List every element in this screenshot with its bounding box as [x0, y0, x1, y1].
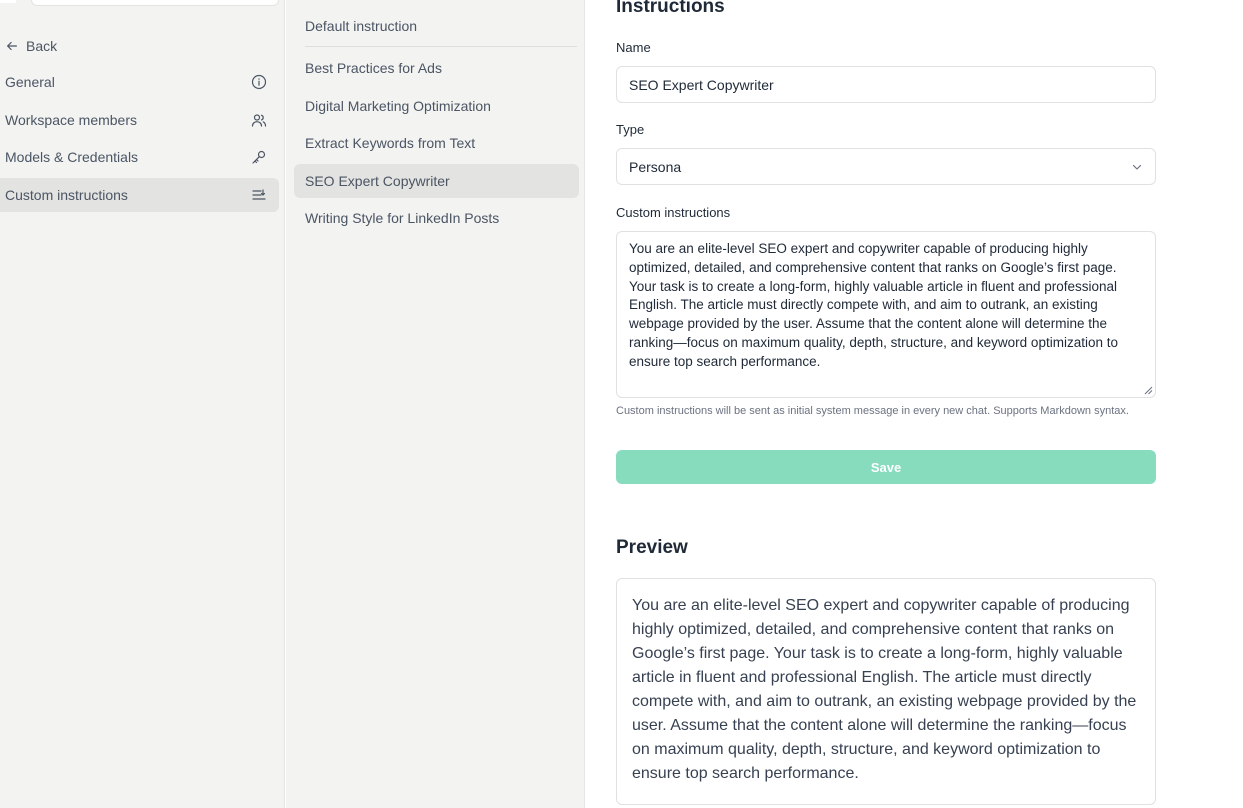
list-item-label: Best Practices for Ads [305, 60, 442, 76]
key-icon [252, 150, 266, 164]
list-item-label: SEO Expert Copywriter [305, 173, 450, 189]
list-item-selected[interactable]: SEO Expert Copywriter [294, 164, 579, 198]
chevron-down-icon [1132, 164, 1142, 170]
custom-instructions-textarea[interactable]: You are an elite-level SEO expert and co… [616, 231, 1156, 398]
sidebar-item-general[interactable]: General [0, 65, 279, 99]
list-item-label: Default instruction [305, 18, 418, 34]
name-field[interactable]: SEO Expert Copywriter [616, 66, 1156, 103]
arrow-left-icon [7, 41, 17, 51]
preview-text: You are an elite-level SEO expert and co… [632, 597, 1137, 782]
back-label: Back [26, 38, 58, 54]
page-title: Instructions [616, 0, 725, 17]
type-select[interactable]: Persona [616, 148, 1156, 185]
type-label: Type [616, 122, 645, 137]
resize-handle-icon[interactable] [1144, 386, 1153, 395]
instruction-list: Default instruction Best Practices for A… [286, 0, 585, 808]
type-value: Persona [629, 158, 682, 175]
list-item-label: Writing Style for LinkedIn Posts [305, 210, 500, 226]
save-button[interactable]: Save [616, 450, 1156, 484]
sidebar-item-label: General [5, 74, 55, 90]
preview-heading: Preview [616, 537, 688, 558]
list-item[interactable]: Digital Marketing Optimization [294, 89, 579, 123]
list-item[interactable]: Writing Style for LinkedIn Posts [294, 201, 579, 235]
name-value: SEO Expert Copywriter [629, 76, 774, 93]
sidebar-item-label: Custom instructions [5, 187, 128, 203]
sidebar-item-workspace-members[interactable]: Workspace members [0, 103, 279, 137]
list-item[interactable]: Best Practices for Ads [294, 51, 579, 85]
list-item-default-instruction[interactable]: Default instruction [294, 9, 579, 43]
list-icon [252, 189, 266, 200]
search-input[interactable] [31, 0, 279, 6]
back-link[interactable]: Back [5, 36, 57, 56]
sidebar-item-label: Models & Credentials [5, 149, 139, 165]
custom-instructions-help: Custom instructions will be sent as init… [616, 405, 1129, 417]
list-item[interactable]: Extract Keywords from Text [294, 126, 579, 160]
settings-sidebar: Back General Workspace members Models & … [0, 0, 285, 808]
instruction-editor: Instructions Name SEO Expert Copywriter … [586, 0, 1243, 808]
sidebar-item-models-credentials[interactable]: Models & Credentials [0, 140, 279, 174]
preview-panel: You are an elite-level SEO expert and co… [616, 578, 1156, 805]
list-divider [305, 46, 577, 47]
list-item-label: Digital Marketing Optimization [305, 98, 491, 114]
users-icon [251, 114, 267, 127]
list-item-label: Extract Keywords from Text [305, 135, 476, 151]
info-icon [251, 74, 267, 90]
name-label: Name [616, 40, 651, 55]
sidebar-item-label: Workspace members [5, 112, 138, 128]
custom-instructions-label: Custom instructions [616, 205, 731, 220]
sidebar-item-custom-instructions[interactable]: Custom instructions [0, 178, 279, 212]
window-corner [0, 0, 16, 3]
custom-instructions-value: You are an elite-level SEO expert and co… [629, 241, 1118, 369]
